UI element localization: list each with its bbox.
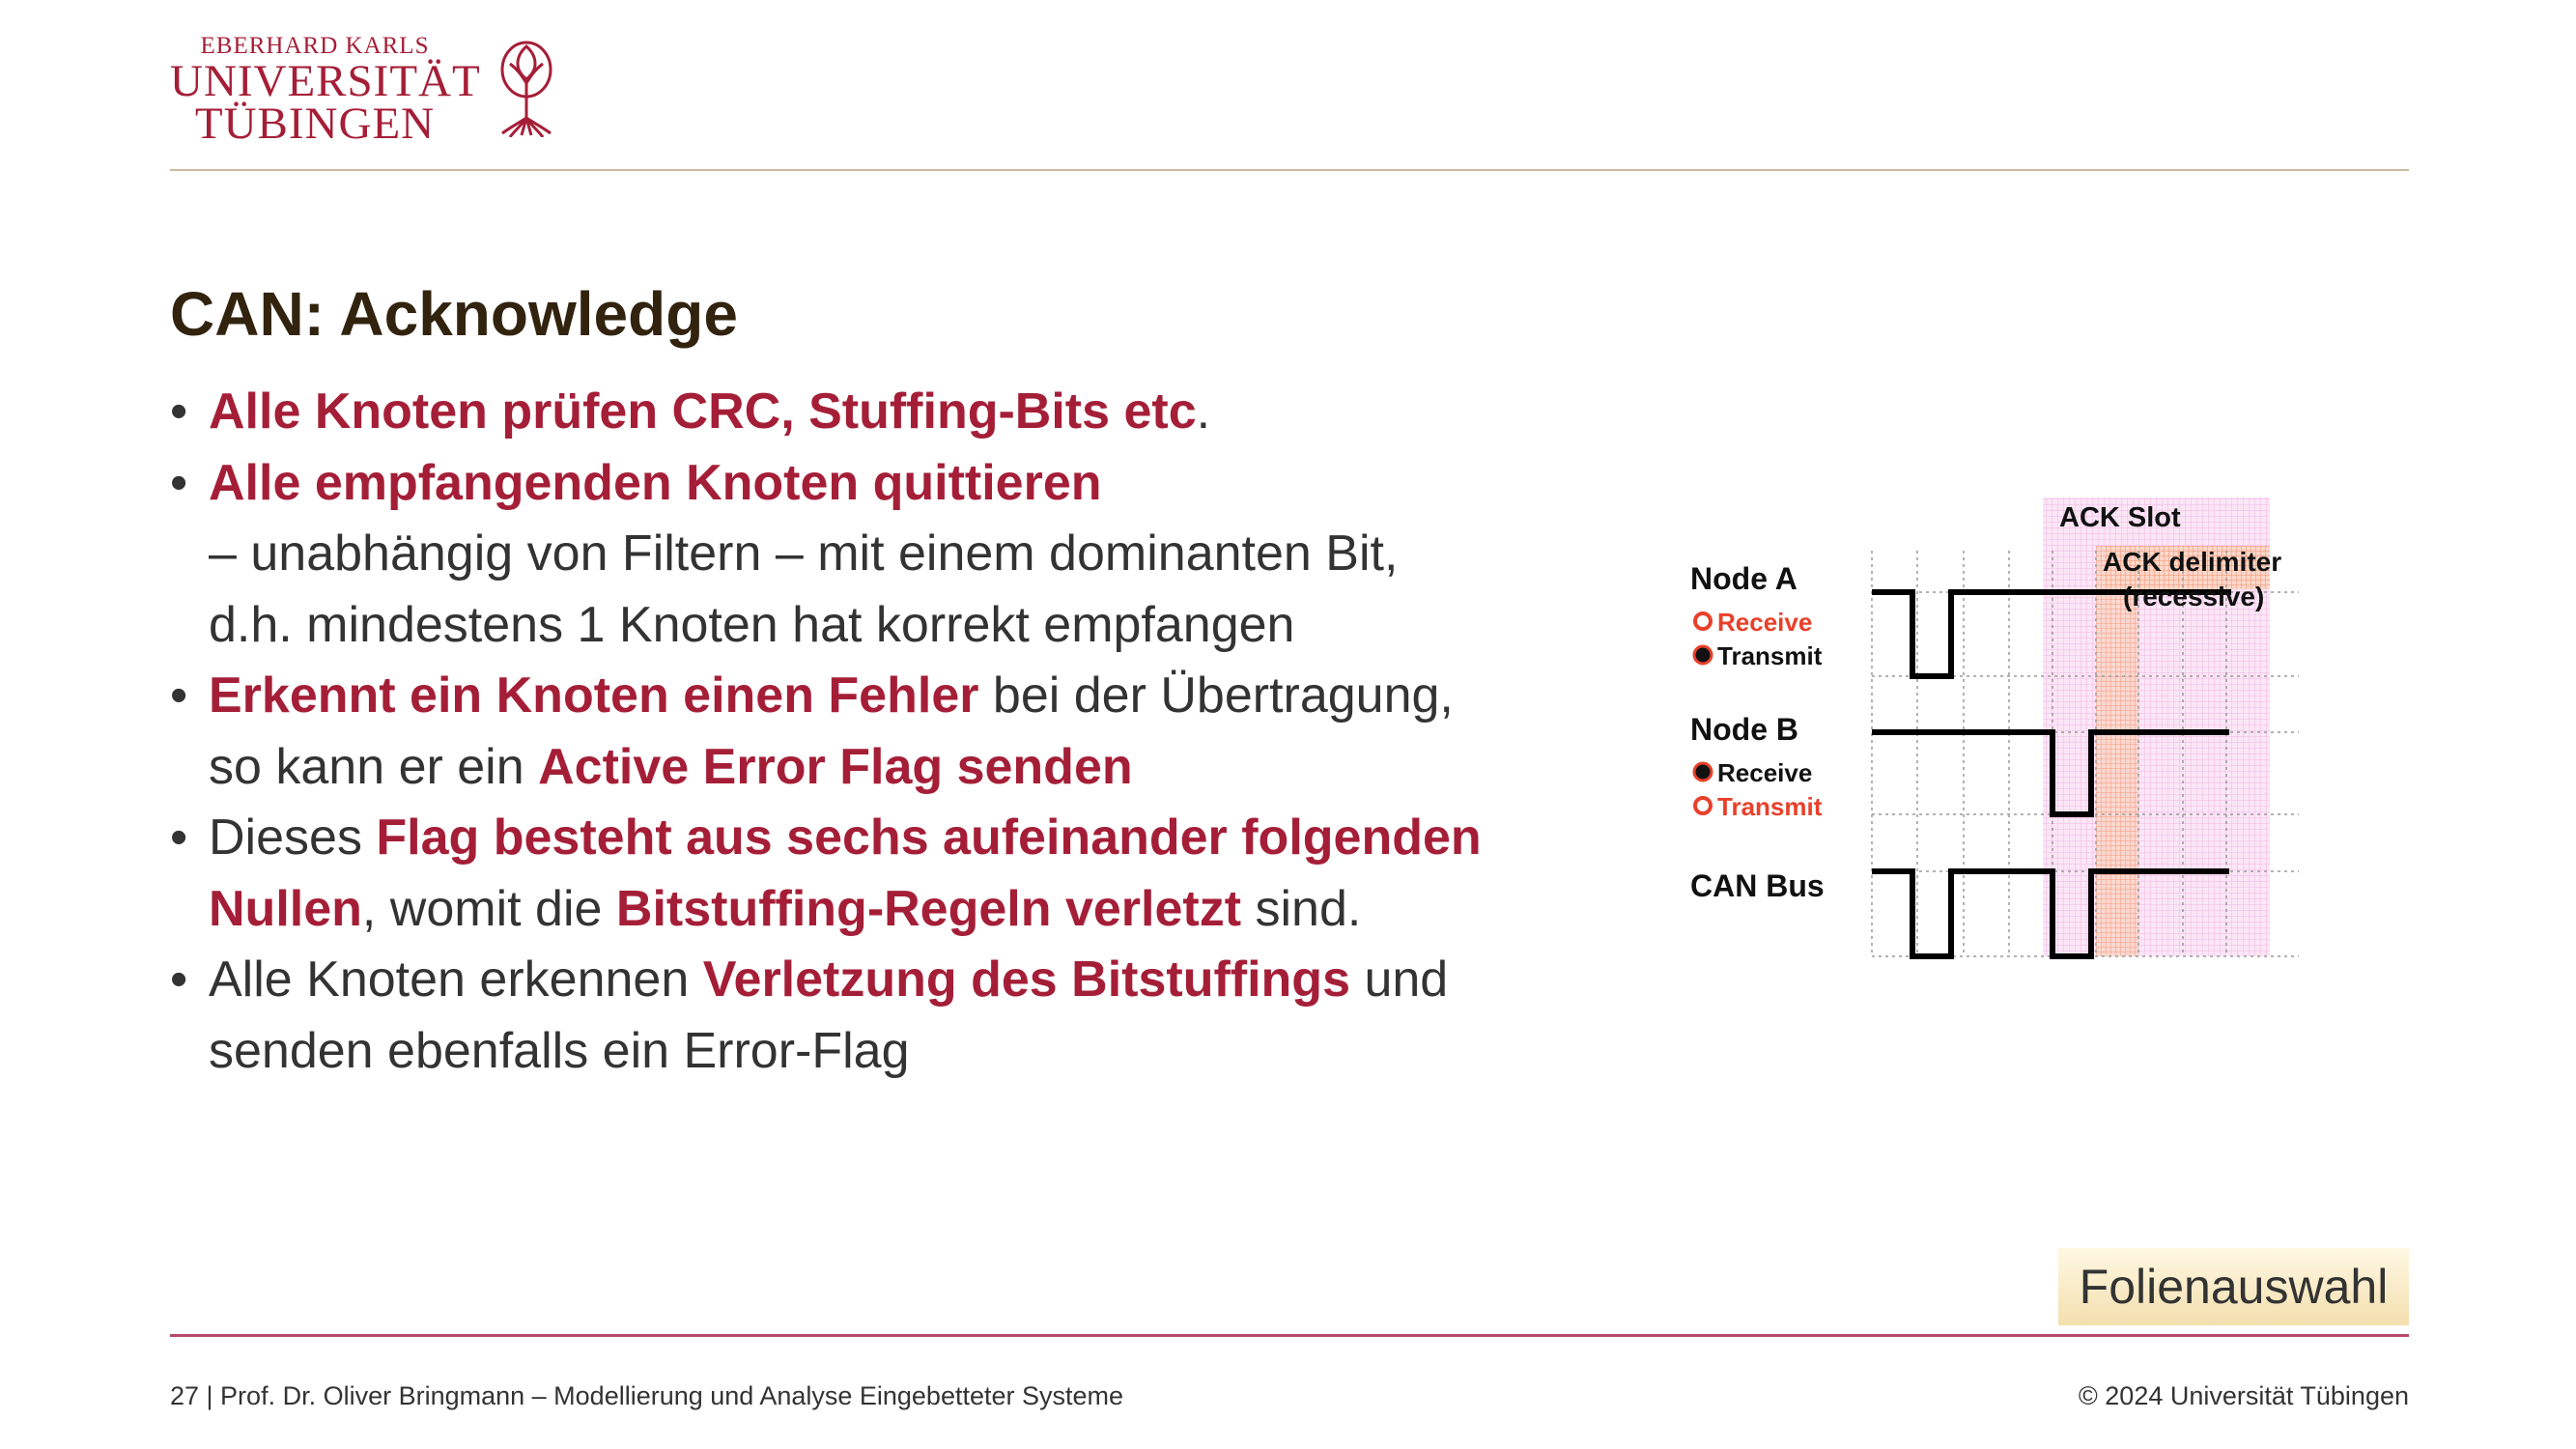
bullet-text: bei der Übertragung, bbox=[978, 668, 1454, 724]
node-a-label: Node A bbox=[1690, 561, 1798, 596]
bullet-text: sind. bbox=[1241, 880, 1362, 937]
university-logo: EBERHARD KARLS UNIVERSITÄT TÜBINGEN bbox=[170, 33, 556, 147]
bullet-text: Dieses bbox=[209, 810, 377, 866]
node-a-receive-label: Receive bbox=[1717, 608, 1812, 637]
bullet-highlight: Active Error Flag senden bbox=[538, 738, 1133, 795]
node-b-transmit-label: Transmit bbox=[1717, 792, 1823, 821]
ack-delimiter-label: ACK delimiter bbox=[2103, 547, 2281, 577]
tree-icon bbox=[500, 41, 552, 137]
bullet-item: Alle empfangenden Knoten quittieren – una… bbox=[170, 448, 1619, 662]
bullet-text: – unabhängig von Filtern – mit einem dom… bbox=[209, 526, 1399, 582]
node-a-transmit-label: Transmit bbox=[1717, 641, 1823, 670]
can-bus-label: CAN Bus bbox=[1690, 868, 1825, 903]
receive-indicator-empty bbox=[1693, 611, 1713, 631]
bullet-item: Erkennt ein Knoten einen Fehler bei der … bbox=[170, 661, 1619, 803]
transmit-indicator-filled bbox=[1692, 644, 1713, 666]
bullet-text: senden ebenfalls ein Error-Flag bbox=[209, 1022, 910, 1079]
bullet-text: , womit die bbox=[361, 880, 616, 937]
bullet-item: Alle Knoten prüfen CRC, Stuffing-Bits et… bbox=[170, 377, 1619, 448]
footer-divider bbox=[170, 1334, 2409, 1337]
node-b-receive-label: Receive bbox=[1717, 758, 1812, 787]
bullet-highlight: Flag besteht aus sechs aufeinander folge… bbox=[376, 810, 1482, 866]
recessive-label: (recessive) bbox=[2123, 582, 2264, 611]
receive-indicator-filled bbox=[1692, 761, 1713, 782]
ack-slot-label: ACK Slot bbox=[2059, 502, 2181, 533]
bullet-text: d.h. mindestens 1 Knoten hat korrekt emp… bbox=[209, 596, 1295, 653]
bullet-text: und bbox=[1350, 952, 1449, 1008]
slide-title: CAN: Acknowledge bbox=[170, 279, 738, 349]
bullet-highlight: Nullen bbox=[209, 880, 362, 937]
logo-wordmark: EBERHARD KARLS UNIVERSITÄT TÜBINGEN bbox=[170, 33, 481, 149]
bullet-item: Dieses Flag besteht aus sechs aufeinande… bbox=[170, 803, 1619, 945]
bullet-highlight: Verletzung des Bitstuffings bbox=[702, 952, 1350, 1008]
logo-line-2: UNIVERSITÄT bbox=[170, 56, 481, 106]
footer-copyright: © 2024 Universität Tübingen bbox=[2078, 1381, 2409, 1410]
can-ack-timing-diagram: ACK Slot ACK delimiter (recessive) Node … bbox=[1690, 497, 2299, 959]
bullet-list: Alle Knoten prüfen CRC, Stuffing-Bits et… bbox=[170, 377, 1619, 1087]
bullet-text: so kann er ein bbox=[209, 738, 539, 795]
bullet-text: Alle Knoten erkennen bbox=[209, 952, 703, 1008]
bullet-highlight: Erkennt ein Knoten einen Fehler bbox=[209, 668, 979, 724]
bullet-highlight: Alle empfangenden Knoten quittieren bbox=[209, 454, 1102, 511]
logo-line-3: TÜBINGEN bbox=[194, 99, 436, 149]
bullet-item: Alle Knoten erkennen Verletzung des Bits… bbox=[170, 945, 1619, 1087]
bullet-highlight: Alle Knoten prüfen CRC, Stuffing-Bits et… bbox=[209, 384, 1197, 440]
slide-selection-button[interactable]: Folienauswahl bbox=[2058, 1248, 2409, 1325]
bullet-highlight: Bitstuffing-Regeln verletzt bbox=[615, 880, 1242, 937]
header-divider bbox=[170, 169, 2409, 171]
bullet-text: . bbox=[1196, 384, 1211, 440]
node-b-label: Node B bbox=[1690, 712, 1798, 747]
footer-page-info: 27 | Prof. Dr. Oliver Bringmann – Modell… bbox=[170, 1381, 1124, 1410]
transmit-indicator-empty bbox=[1693, 796, 1713, 815]
